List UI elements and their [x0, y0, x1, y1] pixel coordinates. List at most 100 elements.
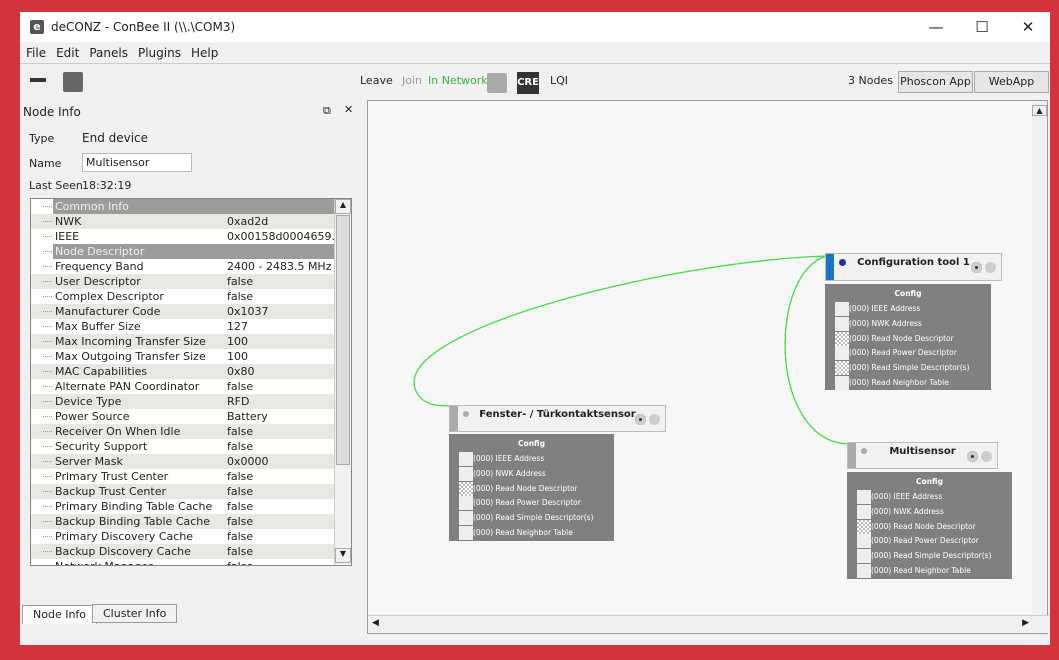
config-item[interactable]: (000) Read Simple Descriptor(s): [847, 549, 1012, 564]
config-item[interactable]: (000) Read Power Descriptor: [825, 346, 991, 361]
tree-section-header[interactable]: Node Descriptor: [31, 244, 334, 259]
tab-cluster-info[interactable]: Cluster Info: [92, 604, 178, 623]
endpoint-icon[interactable]: [649, 414, 660, 425]
config-item[interactable]: (000) NWK Address: [825, 316, 991, 332]
row-label: Common Info: [55, 200, 129, 213]
tree-row[interactable]: Primary Binding Table Cache false: [31, 499, 334, 514]
config-item[interactable]: (000) IEEE Address: [825, 302, 991, 317]
lqi-button[interactable]: LQI: [550, 74, 568, 87]
canvas-vertical-scrollbar[interactable]: ▲: [1032, 101, 1047, 616]
config-item[interactable]: (000) Read Node Descriptor: [825, 331, 991, 347]
endpoint-icon[interactable]: [971, 262, 982, 273]
endpoint-icon[interactable]: [985, 262, 996, 273]
endpoint-icon[interactable]: [635, 414, 646, 425]
plug-icon[interactable]: [30, 78, 46, 82]
cre-button[interactable]: CRE: [517, 72, 539, 94]
config-item-label: (000) NWK Address: [473, 468, 546, 478]
menu-bar: File Edit Panels Plugins Help: [20, 42, 1050, 63]
canvas-horizontal-scrollbar[interactable]: ◀ ▶: [368, 615, 1049, 633]
tree-row[interactable]: Max Incoming Transfer Size 100: [31, 334, 334, 349]
node-1[interactable]: Fenster- / Türkontaktsensor: [449, 405, 666, 432]
status-box-icon: [459, 496, 473, 511]
network-canvas[interactable]: Configuration tool 1 Config (000) IEEE Add…: [367, 100, 1049, 634]
config-item-label: (000) Read Simple Descriptor(s): [849, 363, 970, 373]
config-item[interactable]: (000) Read Power Descriptor: [449, 496, 614, 511]
row-value: 2400 - 2483.5 MHz: [227, 260, 332, 273]
sliders-icon[interactable]: [487, 73, 507, 93]
tree-row[interactable]: Manufacturer Code 0x1037: [31, 304, 334, 319]
tab-node-info[interactable]: Node Info: [22, 605, 98, 624]
tree-row[interactable]: Security Support false: [31, 439, 334, 454]
float-panel-icon[interactable]: ⧉: [323, 104, 331, 118]
tree-row[interactable]: Primary Discovery Cache false: [31, 529, 334, 544]
signal-bars-icon[interactable]: [63, 72, 83, 92]
row-value: 100: [227, 335, 248, 348]
tree-row[interactable]: User Descriptor false: [31, 274, 334, 289]
config-item[interactable]: (000) NWK Address: [449, 466, 614, 482]
tree-row[interactable]: Receiver On When Idle false: [31, 424, 334, 439]
row-value: false: [227, 515, 254, 528]
tree-row[interactable]: Network Manager false: [31, 559, 334, 565]
phoscon-app-button[interactable]: Phoscon App: [898, 71, 973, 93]
row-value: false: [227, 380, 254, 393]
config-item-label: (000) Read Node Descriptor: [871, 521, 976, 531]
tree-row[interactable]: Primary Trust Center false: [31, 469, 334, 484]
config-item-label: (000) NWK Address: [849, 318, 922, 328]
config-item[interactable]: (000) Read Neighbor Table: [847, 563, 1012, 579]
node-2[interactable]: Multisensor: [847, 442, 998, 469]
tree-row[interactable]: IEEE 0x00158d0004659...: [31, 229, 342, 244]
config-item[interactable]: (000) Read Power Descriptor: [847, 534, 1012, 549]
node-0[interactable]: Configuration tool 1: [825, 253, 1002, 281]
row-label: Frequency Band: [55, 260, 144, 273]
webapp-button[interactable]: WebApp: [974, 71, 1049, 93]
tree-row[interactable]: Power Source Battery: [31, 409, 334, 424]
menu-panels[interactable]: Panels: [89, 46, 128, 60]
close-button[interactable]: ✕: [1005, 12, 1051, 42]
tree-row[interactable]: Backup Trust Center false: [31, 484, 334, 499]
config-item[interactable]: (000) Read Node Descriptor: [847, 519, 1012, 535]
tree-section-header[interactable]: Common Info: [31, 199, 334, 214]
config-item[interactable]: (000) Read Simple Descriptor(s): [449, 511, 614, 526]
config-item[interactable]: (000) Read Neighbor Table: [449, 525, 614, 541]
vertical-scrollbar[interactable]: ▲ ▼: [334, 199, 351, 565]
tree-row[interactable]: Server Mask 0x0000: [31, 454, 334, 469]
menu-help[interactable]: Help: [191, 46, 218, 60]
endpoint-icon[interactable]: [967, 451, 978, 462]
row-label: User Descriptor: [55, 275, 141, 288]
config-item[interactable]: (000) NWK Address: [847, 504, 1012, 520]
menu-file[interactable]: File: [26, 46, 46, 60]
row-label: Primary Trust Center: [55, 470, 169, 483]
join-button[interactable]: Join: [402, 74, 422, 87]
menu-edit[interactable]: Edit: [56, 46, 79, 60]
leave-button[interactable]: Leave: [360, 74, 393, 87]
tree-row[interactable]: Backup Binding Table Cache false: [31, 514, 334, 529]
row-value: 0x0000: [227, 455, 269, 468]
scroll-up-icon[interactable]: ▲: [335, 199, 351, 214]
tree-row[interactable]: Complex Descriptor false: [31, 289, 334, 304]
config-item[interactable]: (000) IEEE Address: [847, 490, 1012, 505]
name-input[interactable]: Multisensor: [82, 153, 192, 172]
endpoint-icon[interactable]: [981, 451, 992, 462]
tree-row[interactable]: Alternate PAN Coordinator false: [31, 379, 334, 394]
config-item[interactable]: (000) Read Neighbor Table: [825, 375, 991, 391]
tree-row[interactable]: Max Buffer Size 127: [31, 319, 334, 334]
config-item-label: (000) IEEE Address: [473, 454, 545, 463]
scroll-down-icon[interactable]: ▼: [335, 548, 351, 563]
config-item-label: (000) IEEE Address: [871, 492, 943, 501]
tree-row[interactable]: Backup Discovery Cache false: [31, 544, 334, 559]
tree-row[interactable]: Frequency Band 2400 - 2483.5 MHz: [31, 259, 334, 274]
close-panel-icon[interactable]: ✕: [344, 103, 353, 116]
config-item[interactable]: (000) Read Node Descriptor: [449, 481, 614, 497]
menu-plugins[interactable]: Plugins: [138, 46, 181, 60]
tree-row[interactable]: Device Type RFD: [31, 394, 334, 409]
title-bar: e deCONZ - ConBee II (\\.\COM3) — ☐ ✕: [20, 12, 1050, 42]
tree-row[interactable]: Max Outgoing Transfer Size 100: [31, 349, 334, 364]
status-box-icon: [857, 563, 871, 578]
scroll-thumb[interactable]: [336, 215, 350, 465]
tree-row[interactable]: MAC Capabilities 0x80: [31, 364, 334, 379]
minimize-button[interactable]: —: [913, 12, 959, 42]
tree-row[interactable]: NWK 0xad2d: [31, 214, 334, 229]
maximize-button[interactable]: ☐: [959, 12, 1005, 42]
config-item[interactable]: (000) Read Simple Descriptor(s): [825, 361, 991, 376]
config-item[interactable]: (000) IEEE Address: [449, 452, 614, 467]
